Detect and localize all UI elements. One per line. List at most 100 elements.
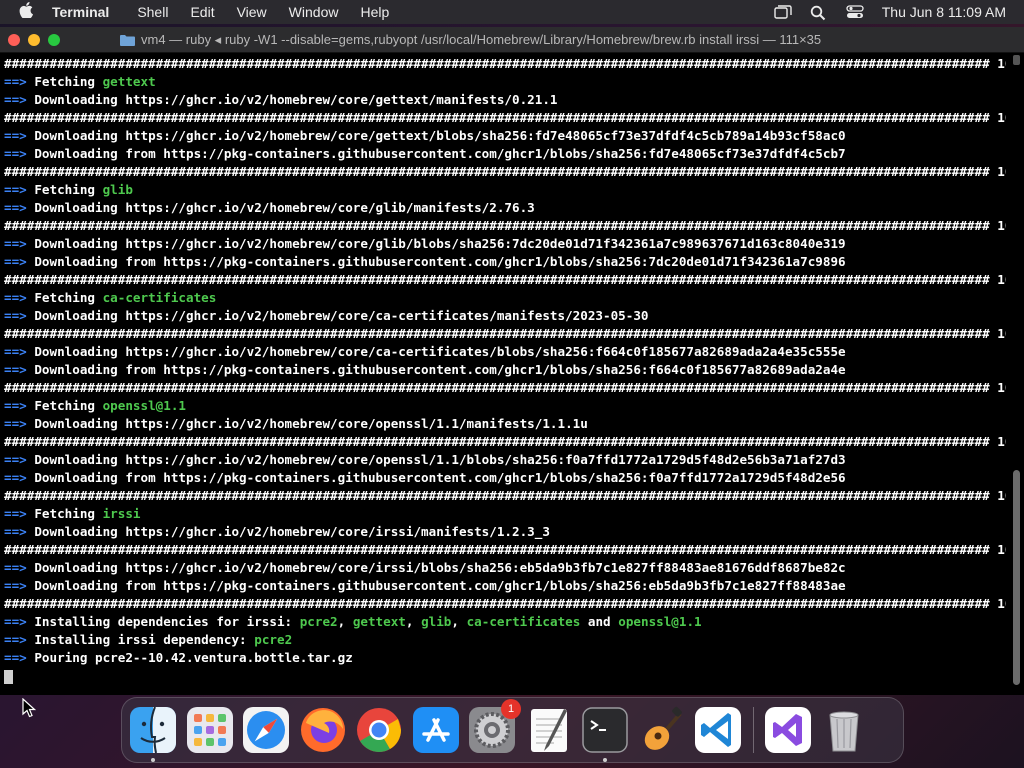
progress-line: ########################################…: [4, 541, 1006, 559]
dock-item-trash[interactable]: [819, 705, 869, 755]
title-bar[interactable]: vm4 — ruby ◂ ruby -W1 --disable=gems,rub…: [0, 27, 1024, 53]
terminal-line: ==> Downloading https://ghcr.io/v2/homeb…: [4, 199, 1006, 217]
dock-item-garageband[interactable]: [637, 705, 687, 755]
line-text: Fetching: [34, 506, 103, 521]
finder-icon: [130, 706, 176, 754]
terminal-line: ==> Downloading https://ghcr.io/v2/homeb…: [4, 559, 1006, 577]
prompt-arrow: ==>: [4, 506, 35, 521]
line-text: Installing irssi dependency:: [34, 632, 255, 647]
line-text: Downloading https://ghcr.io/v2/homebrew/…: [34, 524, 550, 539]
package-name: pcre2: [254, 632, 293, 647]
prompt-arrow: ==>: [4, 560, 35, 575]
dock-item-firefox[interactable]: [298, 705, 348, 755]
progress-hashes: ########################################…: [4, 380, 998, 395]
progress-percent: 100.0%: [997, 272, 1006, 287]
zoom-button[interactable]: [48, 33, 60, 46]
progress-percent: 100.0%: [997, 542, 1006, 557]
dock-item-terminal[interactable]: [580, 705, 630, 762]
progress-percent: 100.0%: [997, 218, 1006, 233]
prompt-arrow: ==>: [4, 398, 35, 413]
line-text: Downloading from https://pkg-containers.…: [34, 578, 846, 593]
progress-line: ########################################…: [4, 109, 1006, 127]
prompt-arrow: ==>: [4, 470, 35, 485]
dock-item-visual-studio[interactable]: [763, 705, 813, 755]
dock-item-finder[interactable]: [128, 705, 178, 762]
scroll-thumb[interactable]: [1013, 470, 1020, 685]
menu-shell[interactable]: Shell: [137, 4, 168, 20]
progress-hashes: ########################################…: [4, 272, 998, 287]
package-name: pcre2: [299, 614, 338, 629]
progress-line: ########################################…: [4, 217, 1006, 235]
progress-percent: 100.0%: [997, 164, 1006, 179]
menu-help[interactable]: Help: [360, 4, 389, 20]
terminal-line: ==> Downloading https://ghcr.io/v2/homeb…: [4, 451, 1006, 469]
progress-line: ########################################…: [4, 55, 1006, 73]
menu-edit[interactable]: Edit: [190, 4, 214, 20]
terminal-line: ==> Fetching glib: [4, 181, 1006, 199]
progress-hashes: ########################################…: [4, 110, 998, 125]
vscode-icon: [695, 707, 741, 753]
dock-item-system-settings[interactable]: 1: [467, 699, 521, 755]
progress-hashes: ########################################…: [4, 326, 998, 341]
terminal-icon: [582, 707, 628, 753]
prompt-arrow: ==>: [4, 650, 35, 665]
terminal-output[interactable]: ########################################…: [4, 55, 1006, 695]
line-text: Fetching: [34, 398, 103, 413]
package-name: gettext: [352, 614, 406, 629]
progress-hashes: ########################################…: [4, 596, 998, 611]
dock-item-app-store[interactable]: [411, 705, 461, 755]
trash-icon: [829, 711, 859, 752]
terminal-line: ==> Downloading https://ghcr.io/v2/homeb…: [4, 235, 1006, 253]
guitar-icon: [644, 706, 682, 750]
window-icon[interactable]: [774, 5, 792, 19]
dock-item-vscode[interactable]: [693, 705, 743, 755]
prompt-arrow: ==>: [4, 578, 35, 593]
search-icon[interactable]: [810, 5, 828, 21]
dock-item-safari[interactable]: [241, 705, 291, 755]
progress-line: ########################################…: [4, 163, 1006, 181]
scrollbar[interactable]: [1010, 55, 1022, 693]
menu-view[interactable]: View: [237, 4, 267, 20]
line-text: Downloading https://ghcr.io/v2/homebrew/…: [34, 92, 558, 107]
prompt-arrow: ==>: [4, 452, 35, 467]
minimize-button[interactable]: [28, 33, 40, 46]
menu-bar: Terminal Shell Edit View Window Help Thu…: [0, 0, 1024, 24]
dock-item-textedit[interactable]: [524, 705, 574, 755]
prompt-arrow: ==>: [4, 614, 35, 629]
progress-percent: 100.0%: [997, 380, 1006, 395]
prompt-arrow: ==>: [4, 74, 35, 89]
apple-menu-icon[interactable]: [0, 1, 52, 23]
terminal-line: ==> Downloading from https://pkg-contain…: [4, 361, 1006, 379]
terminal-line: ==> Downloading https://ghcr.io/v2/homeb…: [4, 127, 1006, 145]
prompt-arrow: ==>: [4, 146, 35, 161]
cursor-line: [4, 667, 1006, 685]
terminal-line: ==> Pouring pcre2--10.42.ventura.bottle.…: [4, 649, 1006, 667]
line-text: Downloading https://ghcr.io/v2/homebrew/…: [34, 200, 535, 215]
progress-line: ########################################…: [4, 379, 1006, 397]
menu-app-name[interactable]: Terminal: [52, 4, 109, 20]
dock-item-chrome[interactable]: [354, 705, 404, 755]
progress-line: ########################################…: [4, 433, 1006, 451]
progress-hashes: ########################################…: [4, 56, 998, 71]
menu-datetime[interactable]: Thu Jun 8 11:09 AM: [882, 4, 1006, 20]
line-text: Downloading https://ghcr.io/v2/homebrew/…: [34, 308, 649, 323]
line-text: Downloading from https://pkg-containers.…: [34, 362, 846, 377]
close-button[interactable]: [8, 33, 20, 46]
terminal-line: ==> Downloading https://ghcr.io/v2/homeb…: [4, 91, 1006, 109]
progress-percent: 100.0%: [997, 434, 1006, 449]
control-center-icon[interactable]: [846, 5, 864, 19]
mouse-pointer-icon: [22, 698, 36, 718]
line-text: Downloading https://ghcr.io/v2/homebrew/…: [34, 560, 846, 575]
dock-item-launchpad[interactable]: [185, 705, 235, 755]
visual-studio-icon: [764, 707, 811, 753]
separator: ,: [337, 614, 353, 629]
terminal-line: ==> Downloading from https://pkg-contain…: [4, 253, 1006, 271]
terminal-line: ==> Downloading from https://pkg-contain…: [4, 469, 1006, 487]
menu-window[interactable]: Window: [289, 4, 339, 20]
line-text: Downloading from https://pkg-containers.…: [34, 146, 846, 161]
progress-line: ########################################…: [4, 487, 1006, 505]
launchpad-icon: [186, 707, 233, 753]
terminal-line: ==> Downloading https://ghcr.io/v2/homeb…: [4, 415, 1006, 433]
progress-hashes: ########################################…: [4, 434, 998, 449]
separator: ,: [451, 614, 467, 629]
